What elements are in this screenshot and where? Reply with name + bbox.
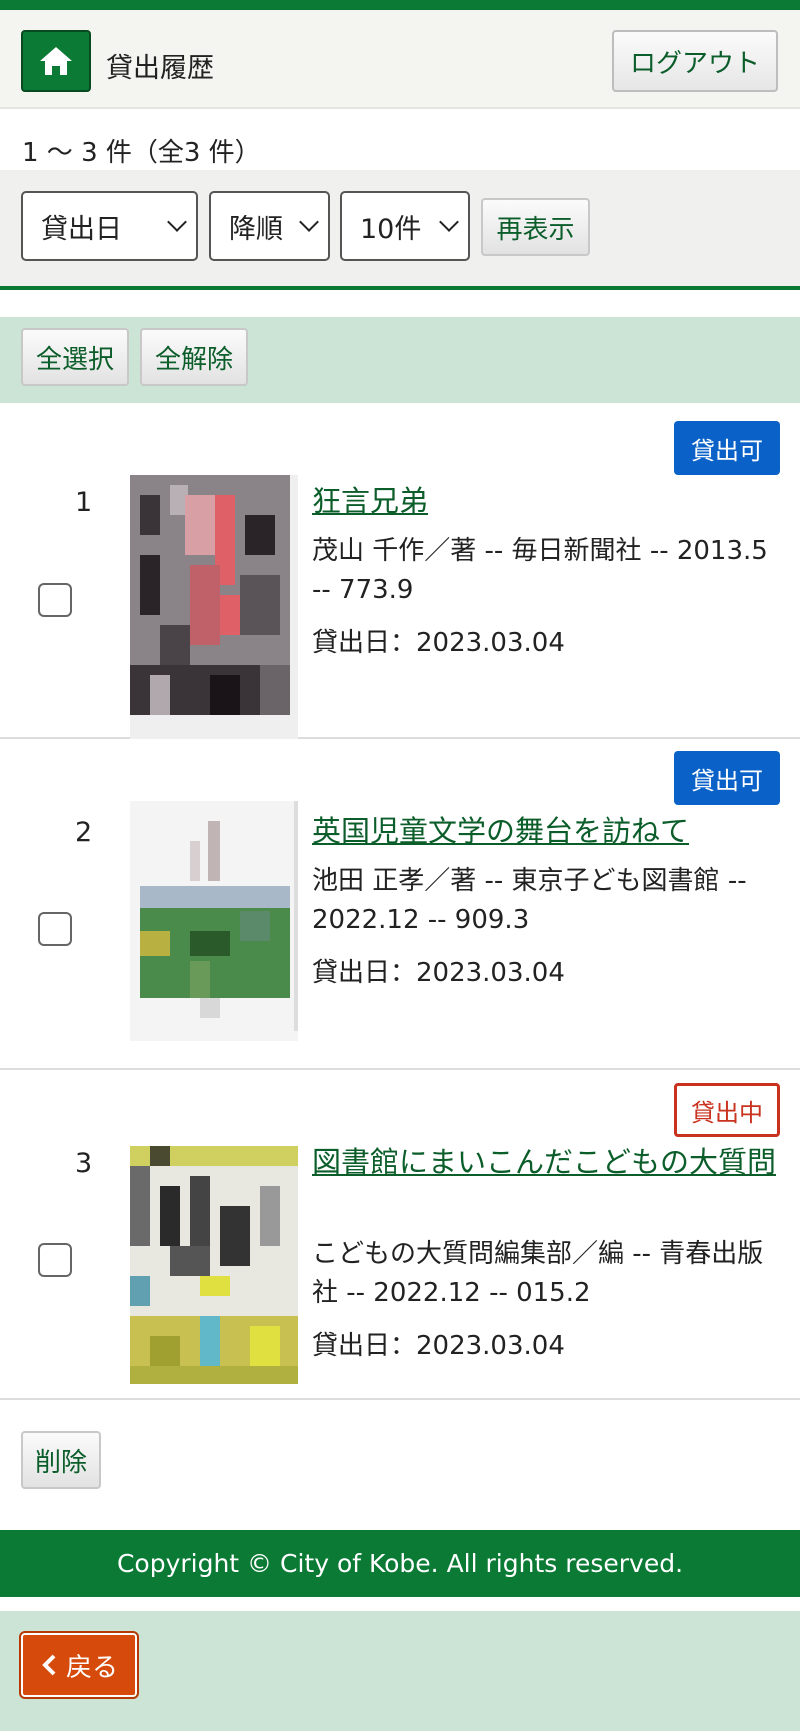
copyright-footer: Copyright © City of Kobe. All rights res… — [0, 1530, 800, 1597]
item-number: 3 — [75, 1148, 93, 1179]
per-page-value: 10件 — [360, 213, 422, 245]
book-meta: 池田 正孝／著 -- 東京子ども図書館 -- 2022.12 -- 909.3 — [312, 866, 747, 935]
chevron-down-icon — [299, 212, 319, 232]
item-checkbox[interactable] — [38, 912, 72, 946]
book-cover-image[interactable] — [130, 475, 298, 739]
item-checkbox[interactable] — [38, 583, 72, 617]
book-title-link[interactable]: 図書館にまいこんだこどもの大質問 — [312, 1141, 782, 1183]
book-title-link[interactable]: 英国児童文学の舞台を訪ねて — [312, 810, 782, 852]
back-button[interactable]: 戻る — [19, 1631, 139, 1699]
home-icon — [40, 47, 72, 75]
status-badge: 貸出可 — [674, 421, 780, 475]
delete-button[interactable]: 削除 — [21, 1431, 101, 1489]
top-accent-line — [0, 0, 800, 10]
sort-controls: 貸出日 降順 10件 再表示 — [0, 170, 800, 290]
list-item: 貸出可 2 英国児童文学の舞台を訪ねて 池田 正孝／著 -- 東京子ども図書館 … — [0, 739, 800, 1070]
status-badge: 貸出中 — [674, 1083, 780, 1137]
book-cover-image[interactable] — [130, 1146, 298, 1384]
sort-order-value: 降順 — [229, 213, 283, 245]
sort-field-value: 貸出日 — [41, 213, 122, 245]
item-number: 1 — [75, 487, 93, 518]
list-item: 貸出可 1 狂言兄弟 茂山 千作／著 -- 毎日新聞社 -- 2013.5 --… — [0, 403, 800, 739]
clear-all-button[interactable]: 全解除 — [140, 328, 248, 386]
redisplay-button[interactable]: 再表示 — [481, 198, 590, 256]
page-title: 貸出履歴 — [106, 53, 214, 84]
chevron-down-icon — [167, 212, 187, 232]
book-meta: 茂山 千作／著 -- 毎日新聞社 -- 2013.5 -- 773.9 — [312, 536, 768, 605]
sort-field-select[interactable]: 貸出日 — [21, 191, 198, 261]
chevron-down-icon — [439, 212, 459, 232]
status-badge: 貸出可 — [674, 751, 780, 805]
item-checkbox[interactable] — [38, 1243, 72, 1277]
back-label: 戻る — [65, 1652, 118, 1683]
select-all-button[interactable]: 全選択 — [21, 328, 129, 386]
sort-order-select[interactable]: 降順 — [209, 191, 330, 261]
book-title-link[interactable]: 狂言兄弟 — [312, 480, 782, 522]
logout-button[interactable]: ログアウト — [612, 30, 778, 92]
selection-bar: 全選択 全解除 — [0, 317, 800, 403]
book-meta: こどもの大質問編集部／編 -- 青春出版社 -- 2022.12 -- 015.… — [312, 1239, 764, 1308]
result-count: 1 ～ 3 件（全3 件） — [22, 138, 261, 168]
home-button[interactable] — [21, 30, 91, 92]
item-number: 2 — [75, 817, 93, 848]
bottom-bar: 戻る — [0, 1611, 800, 1731]
loan-date: 貸出日：2023.03.04 — [312, 628, 565, 658]
loan-date: 貸出日：2023.03.04 — [312, 958, 565, 988]
per-page-select[interactable]: 10件 — [340, 191, 470, 261]
page-header: 貸出履歴 ログアウト — [0, 10, 800, 109]
loan-date: 貸出日：2023.03.04 — [312, 1331, 565, 1361]
book-cover-image[interactable] — [130, 801, 298, 1059]
list-item: 貸出中 3 図書館にまいこんだこどもの大質問 こどもの大質問編集部／編 -- 青… — [0, 1070, 800, 1400]
chevron-left-icon — [42, 1654, 56, 1676]
